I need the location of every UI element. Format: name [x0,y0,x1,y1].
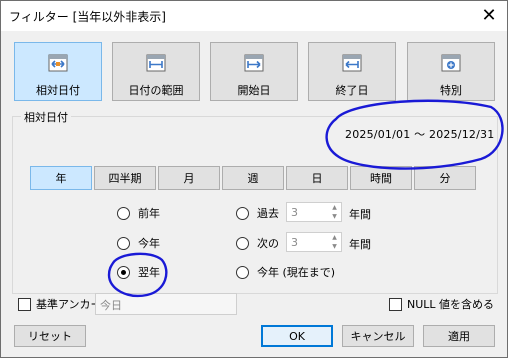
radio-label: 過去 [257,207,279,220]
radio-label: 今年 [138,237,160,250]
stepper-down-icon[interactable]: ▼ [328,212,341,221]
period-year[interactable]: 年 [30,166,92,190]
start-date-icon [244,54,264,72]
radio-button[interactable] [236,265,249,279]
radio-button[interactable] [117,206,130,220]
stepper-down-icon[interactable]: ▼ [328,242,341,251]
tab-label: 相対日付 [36,84,80,97]
group-label: 相対日付 [21,109,71,125]
radio-next-n[interactable]: 次の [236,235,279,251]
reset-button[interactable]: リセット [14,325,86,347]
apply-button[interactable]: 適用 [423,325,495,347]
anchor-label: 基準アンカー [36,298,102,311]
next-n-stepper[interactable]: 3 ▲ ▼ [286,232,342,252]
radio-button[interactable] [236,236,249,250]
date-range-icon [146,54,166,72]
period-minute[interactable]: 分 [414,166,476,190]
tab-label: 日付の範囲 [128,84,184,97]
title-bar: フィルター [当年以外非表示] ✕ [1,1,507,31]
radio-previous-year[interactable]: 前年 [117,205,160,221]
filter-dialog: フィルター [当年以外非表示] ✕ 相対日付 日付の範囲 開始日 終了日 特別 … [0,0,508,358]
special-icon [441,54,461,72]
stepper-up-icon[interactable]: ▲ [328,233,341,242]
stepper-value: 3 [291,206,298,219]
radio-next-year[interactable]: 翌年 [117,264,160,280]
radio-button[interactable] [117,236,130,250]
radio-this-year[interactable]: 今年 [117,235,160,251]
period-month[interactable]: 月 [158,166,220,190]
tab-end-date[interactable]: 終了日 [308,42,396,101]
radio-label: 前年 [138,207,160,220]
stepper-up-icon[interactable]: ▲ [328,203,341,212]
tab-special[interactable]: 特別 [407,42,495,101]
radio-label: 翌年 [138,266,160,279]
range-text: 2025/01/01 ～ 2025/12/31 [345,128,495,141]
tab-relative-date[interactable]: 相対日付 [14,42,102,101]
last-n-stepper[interactable]: 3 ▲ ▼ [286,202,342,222]
cancel-button[interactable]: キャンセル [342,325,414,347]
relative-date-icon [48,54,68,72]
next-n-unit: 年間 [349,238,371,251]
null-label: NULL 値を含める [407,298,495,311]
dialog-title: フィルター [当年以外非表示] [9,9,166,24]
period-week[interactable]: 週 [222,166,284,190]
checkbox[interactable] [389,297,402,311]
tab-date-range[interactable]: 日付の範囲 [112,42,200,101]
period-quarter[interactable]: 四半期 [94,166,156,190]
anchor-input[interactable]: 今日 [95,293,237,315]
radio-label: 次の [257,237,279,250]
tab-label: 特別 [440,84,462,97]
stepper-value: 3 [291,236,298,249]
tab-label: 終了日 [335,84,369,97]
radio-button[interactable] [117,265,130,279]
null-checkbox[interactable]: NULL 値を含める [389,296,494,312]
checkbox[interactable] [18,297,31,311]
period-hour[interactable]: 時間 [350,166,412,190]
tab-start-date[interactable]: 開始日 [210,42,298,101]
radio-last-n[interactable]: 過去 [236,205,279,221]
end-date-icon [342,54,362,72]
last-n-unit: 年間 [349,208,371,221]
close-icon[interactable]: ✕ [479,6,499,26]
tab-label: 開始日 [237,84,271,97]
ok-button[interactable]: OK [261,325,333,347]
anchor-checkbox[interactable]: 基準アンカー [18,296,102,312]
radio-year-to-date[interactable]: 今年 (現在まで) [236,264,335,280]
period-day[interactable]: 日 [286,166,348,190]
radio-label: 今年 (現在まで) [257,266,336,279]
radio-button[interactable] [236,206,249,220]
